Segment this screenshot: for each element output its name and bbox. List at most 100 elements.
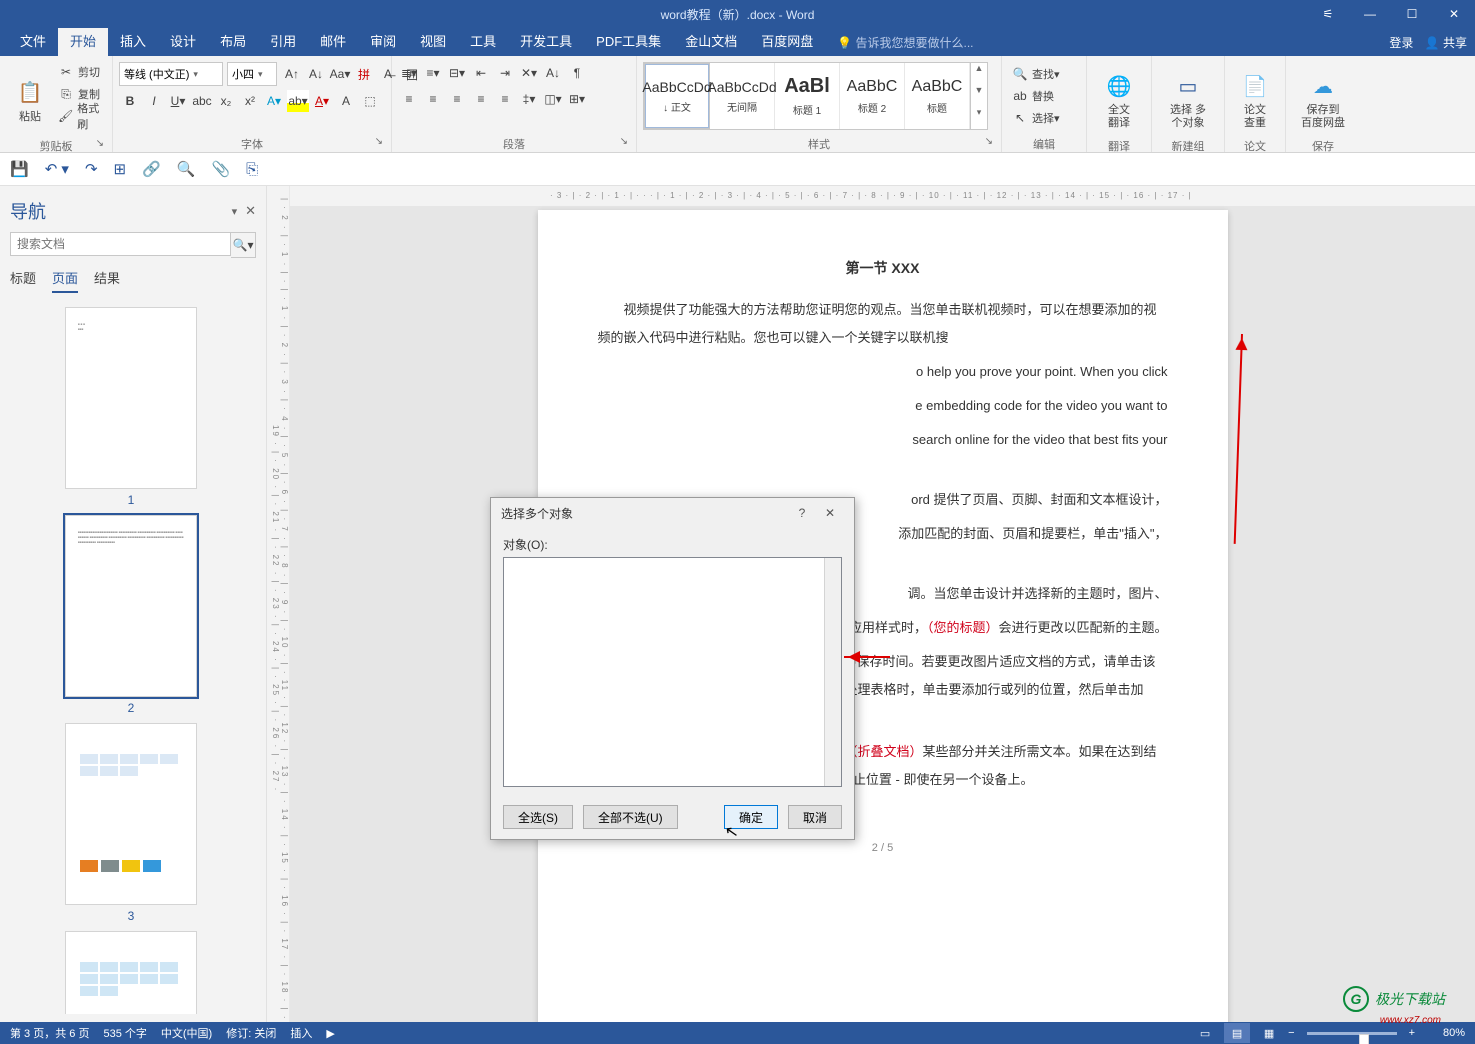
dialog-cancel-button[interactable]: 取消 (788, 805, 842, 829)
align-left-button[interactable]: ≡ (398, 88, 420, 110)
qat-table-button[interactable]: ⊞ (114, 160, 127, 178)
dialog-ok-button[interactable]: 确定 (724, 805, 778, 829)
cut-button[interactable]: ✂剪切 (54, 62, 106, 82)
shading-button[interactable]: ◫▾ (542, 88, 564, 110)
status-language[interactable]: 中文(中国) (161, 1025, 212, 1041)
page-thumbnail-3[interactable] (65, 723, 197, 905)
tab-design[interactable]: 设计 (158, 28, 208, 56)
dialog-select-all-button[interactable]: 全选(S) (503, 805, 573, 829)
styles-launcher[interactable]: ↘ (985, 136, 993, 147)
font-launcher[interactable]: ↘ (375, 136, 383, 147)
tab-developer[interactable]: 开发工具 (508, 28, 584, 56)
style-title[interactable]: AaBbC标题 (905, 63, 970, 129)
login-button[interactable]: 登录 (1389, 34, 1413, 51)
asian-layout-button[interactable]: ✕▾ (518, 62, 540, 84)
qat-unknown-button[interactable]: ⎘ (246, 161, 258, 178)
multilevel-list-button[interactable]: ⊟▾ (446, 62, 468, 84)
nav-tab-headings[interactable]: 标题 (10, 268, 36, 293)
tab-baidu-netdisk[interactable]: 百度网盘 (749, 28, 825, 56)
page-thumbnails[interactable]: ■ ■ ■■■■ 1 ■■■■■■■■■■■■■■■■■■■■■■ ■■■■■■… (10, 301, 256, 1014)
clipboard-launcher[interactable]: ↘ (96, 138, 104, 149)
align-center-button[interactable]: ≡ (422, 88, 444, 110)
character-border-button[interactable]: ⬚ (359, 90, 381, 112)
close-button[interactable]: ✕ (1433, 0, 1475, 28)
borders-button[interactable]: ⊞▾ (566, 88, 588, 110)
style-heading-2[interactable]: AaBbC标题 2 (840, 63, 905, 129)
replace-button[interactable]: ab替换 (1008, 86, 1064, 106)
page-thumbnail-1[interactable]: ■ ■ ■■■■ (65, 307, 197, 489)
zoom-slider[interactable] (1307, 1032, 1397, 1035)
view-web-layout-button[interactable]: ▦ (1256, 1023, 1282, 1043)
text-effects-button[interactable]: A▾ (263, 90, 285, 112)
listbox-scrollbar[interactable] (824, 558, 841, 786)
full-translate-button[interactable]: 🌐全文 翻译 (1093, 62, 1145, 138)
nav-tab-results[interactable]: 结果 (94, 268, 120, 293)
tab-layout[interactable]: 布局 (208, 28, 258, 56)
dialog-help-button[interactable]: ? (788, 506, 816, 520)
dialog-select-none-button[interactable]: 全部不选(U) (583, 805, 678, 829)
horizontal-ruler[interactable]: · 3 · | · 2 · | · 1 · | · · · | · 1 · | … (290, 186, 1475, 206)
qat-redo-button[interactable]: ↷ (85, 160, 98, 178)
bold-button[interactable]: B (119, 90, 141, 112)
view-print-layout-button[interactable]: ▤ (1224, 1023, 1250, 1043)
minimize-button[interactable]: — (1349, 0, 1391, 28)
ribbon-display-options-button[interactable]: ⚟ (1307, 0, 1349, 28)
underline-button[interactable]: U▾ (167, 90, 189, 112)
qat-undo-button[interactable]: ↶ ▾ (45, 160, 69, 178)
page-thumbnail-2[interactable]: ■■■■■■■■■■■■■■■■■■■■■■ ■■■■■■■■■■ ■■■■■■… (65, 515, 197, 697)
status-track-changes[interactable]: 修订: 关闭 (226, 1025, 276, 1041)
nav-tab-pages[interactable]: 页面 (52, 268, 78, 293)
style-no-spacing[interactable]: AaBbCcDd无间隔 (710, 63, 775, 129)
styles-more-button[interactable]: ▾ (971, 107, 987, 129)
sort-button[interactable]: A↓ (542, 62, 564, 84)
qat-find-button[interactable]: 🔍 (177, 160, 196, 178)
grow-font-button[interactable]: A↑ (281, 63, 303, 85)
status-macro-icon[interactable]: ▶ (326, 1027, 334, 1040)
status-insert-mode[interactable]: 插入 (290, 1025, 312, 1041)
vertical-ruler[interactable]: | · 2 · | · 1 · | · | · 1 · | · 2 · | · … (267, 186, 290, 1022)
share-button[interactable]: 👤 共享 (1421, 34, 1467, 51)
numbering-button[interactable]: ≡▾ (422, 62, 444, 84)
tab-file[interactable]: 文件 (8, 28, 58, 56)
select-multiple-objects-button[interactable]: ▭选择 多个对象 (1158, 62, 1218, 138)
save-to-baidu-button[interactable]: ☁保存到 百度网盘 (1292, 62, 1354, 138)
superscript-button[interactable]: x² (239, 90, 261, 112)
decrease-indent-button[interactable]: ⇤ (470, 62, 492, 84)
tab-wps[interactable]: 金山文档 (673, 28, 749, 56)
line-spacing-button[interactable]: ‡▾ (518, 88, 540, 110)
tab-home[interactable]: 开始 (58, 28, 108, 56)
qat-save-button[interactable]: 💾 (10, 160, 29, 178)
phonetic-guide-button[interactable]: 拼 (353, 63, 375, 85)
dialog-close-button[interactable]: ✕ (816, 506, 844, 520)
show-marks-button[interactable]: ¶ (566, 62, 588, 84)
justify-button[interactable]: ≡ (470, 88, 492, 110)
nav-dropdown[interactable]: ▾ (232, 205, 238, 218)
styles-scroll-down[interactable]: ▼ (971, 85, 987, 107)
qat-link-button[interactable]: 🔗 (142, 160, 161, 178)
view-read-mode-button[interactable]: ▭ (1192, 1023, 1218, 1043)
maximize-button[interactable]: ☐ (1391, 0, 1433, 28)
align-right-button[interactable]: ≡ (446, 88, 468, 110)
tab-tools[interactable]: 工具 (458, 28, 508, 56)
find-button[interactable]: 🔍查找 ▾ (1008, 64, 1064, 84)
style-heading-1[interactable]: AaBl标题 1 (775, 63, 840, 129)
styles-scroll-up[interactable]: ▲ (971, 63, 987, 85)
increase-indent-button[interactable]: ⇥ (494, 62, 516, 84)
bullets-button[interactable]: ≣▾ (398, 62, 420, 84)
page-thumbnail-4[interactable] (65, 931, 197, 1014)
format-painter-button[interactable]: 🖌格式刷 (54, 106, 106, 126)
dialog-objects-listbox[interactable] (503, 557, 842, 787)
qat-attach-button[interactable]: 📎 (211, 160, 230, 178)
tab-pdf-tools[interactable]: PDF工具集 (584, 28, 673, 56)
paste-button[interactable]: 📋粘贴 (6, 62, 54, 138)
tab-view[interactable]: 视图 (408, 28, 458, 56)
status-page[interactable]: 第 3 页，共 6 页 (10, 1025, 89, 1041)
paper-check-button[interactable]: 📄论文 查重 (1231, 62, 1279, 138)
zoom-out-button[interactable]: − (1288, 1027, 1294, 1039)
select-button[interactable]: ↖选择 ▾ (1008, 108, 1064, 128)
tab-insert[interactable]: 插入 (108, 28, 158, 56)
style-normal[interactable]: AaBbCcDd↓ 正文 (644, 63, 710, 129)
status-word-count[interactable]: 535 个字 (103, 1025, 146, 1041)
font-name-combo[interactable]: 等线 (中文正) (119, 62, 223, 86)
styles-gallery[interactable]: AaBbCcDd↓ 正文 AaBbCcDd无间隔 AaBl标题 1 AaBbC标… (643, 62, 988, 130)
